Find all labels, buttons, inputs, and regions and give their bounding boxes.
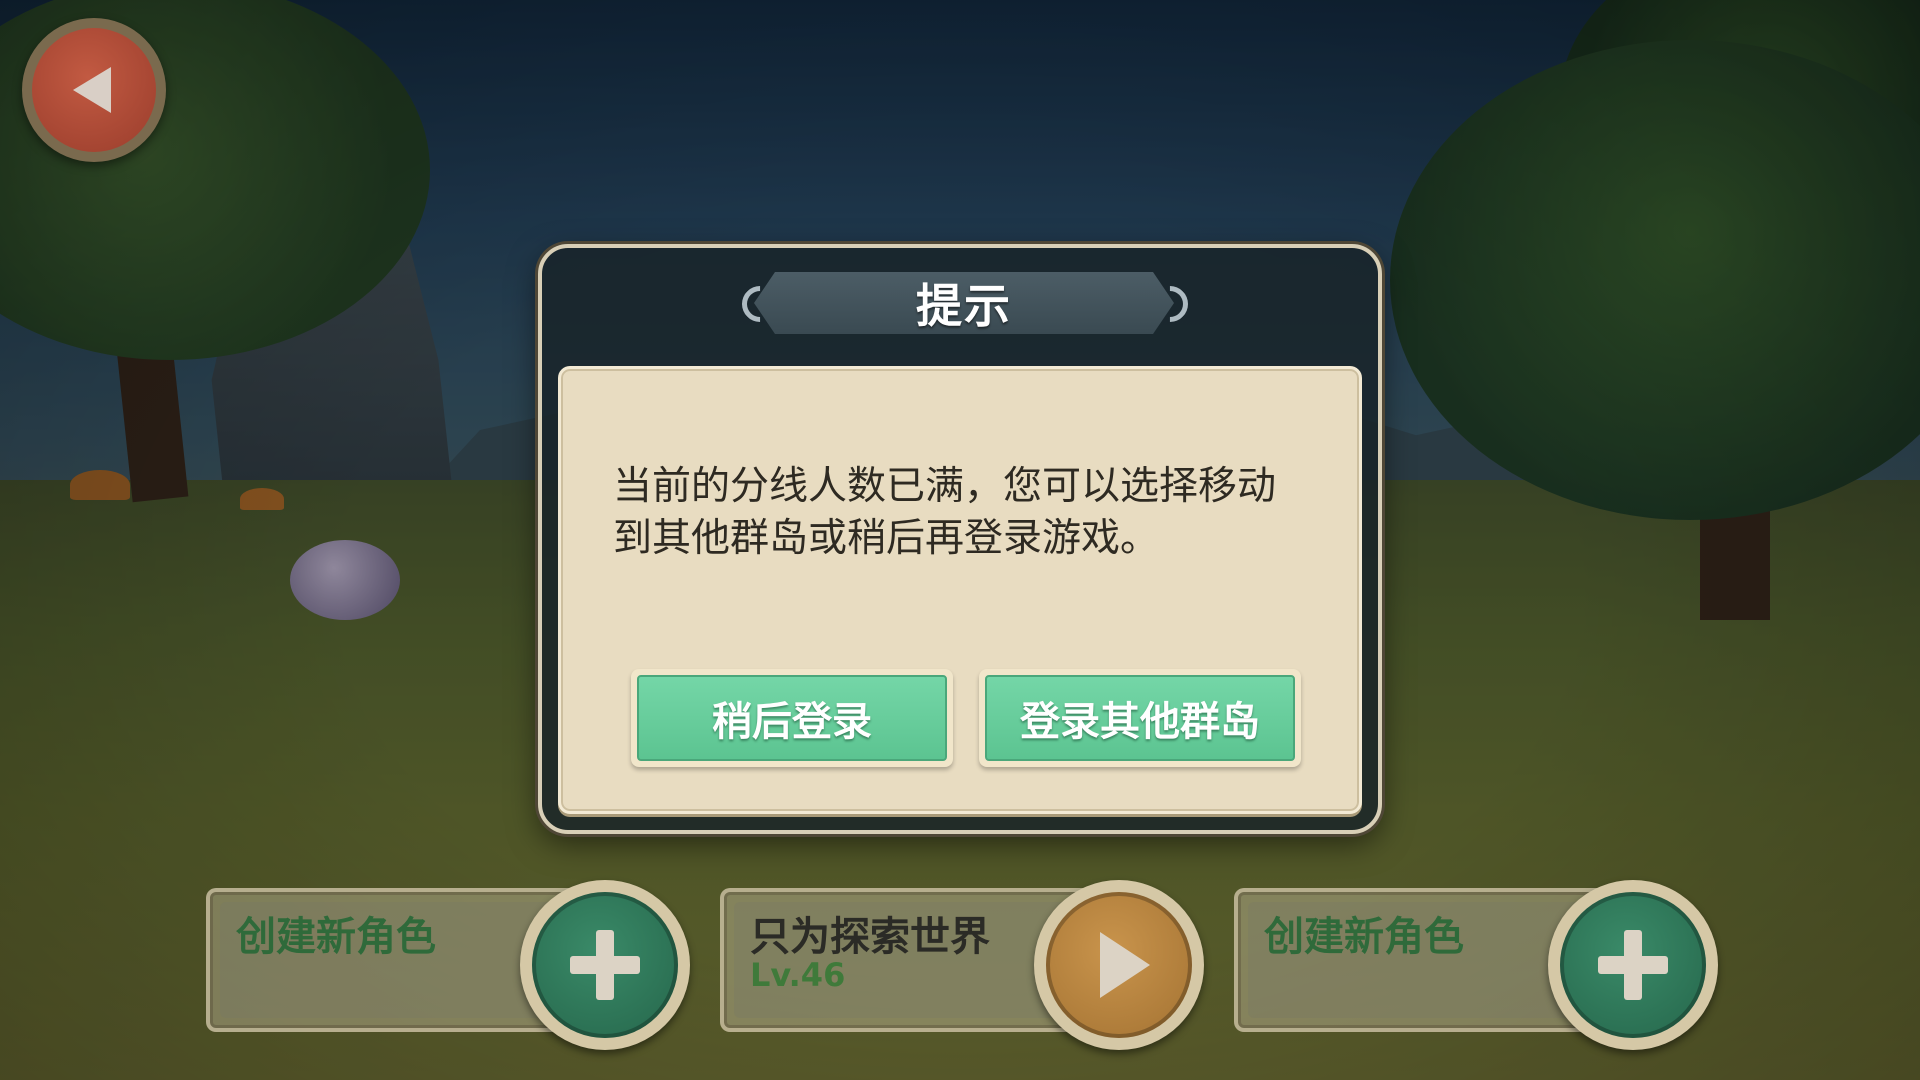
play-icon	[1100, 932, 1150, 998]
back-button-face	[32, 28, 156, 152]
dialog-title-banner: 提示	[754, 272, 1174, 334]
create-character-button[interactable]	[1548, 880, 1718, 1050]
login-later-label: 稍后登录	[637, 675, 947, 761]
dialog-title: 提示	[916, 279, 1012, 333]
slot-name: 创建新角色	[236, 914, 436, 960]
character-slot-create-1[interactable]: 创建新角色	[206, 880, 696, 1050]
login-later-button[interactable]: 稍后登录	[631, 669, 953, 767]
dialog-body: 当前的分线人数已满，您可以选择移动到其他群岛或稍后再登录游戏。 稍后登录 登录其…	[558, 366, 1362, 814]
create-button-ring	[1560, 892, 1706, 1038]
enter-button-ring	[1046, 892, 1192, 1038]
character-level: Lv.46	[750, 956, 846, 994]
character-slot-create-2[interactable]: 创建新角色	[1234, 880, 1724, 1050]
dialog-message: 当前的分线人数已满，您可以选择移动到其他群岛或稍后再登录游戏。	[613, 464, 1277, 561]
enter-game-button[interactable]	[1034, 880, 1204, 1050]
back-button[interactable]	[22, 18, 166, 162]
login-other-islands-label: 登录其他群岛	[985, 675, 1295, 761]
plus-icon	[570, 930, 640, 1000]
character-name: 只为探索世界	[750, 914, 990, 960]
slot-name: 创建新角色	[1264, 914, 1464, 960]
login-other-islands-button[interactable]: 登录其他群岛	[979, 669, 1301, 767]
back-arrow-icon	[73, 67, 111, 113]
notice-dialog: 提示 当前的分线人数已满，您可以选择移动到其他群岛或稍后再登录游戏。 稍后登录 …	[538, 244, 1382, 834]
create-button-ring	[532, 892, 678, 1038]
character-slot-existing[interactable]: 只为探索世界 Lv.46	[720, 880, 1210, 1050]
plus-icon	[1598, 930, 1668, 1000]
create-character-button[interactable]	[520, 880, 690, 1050]
